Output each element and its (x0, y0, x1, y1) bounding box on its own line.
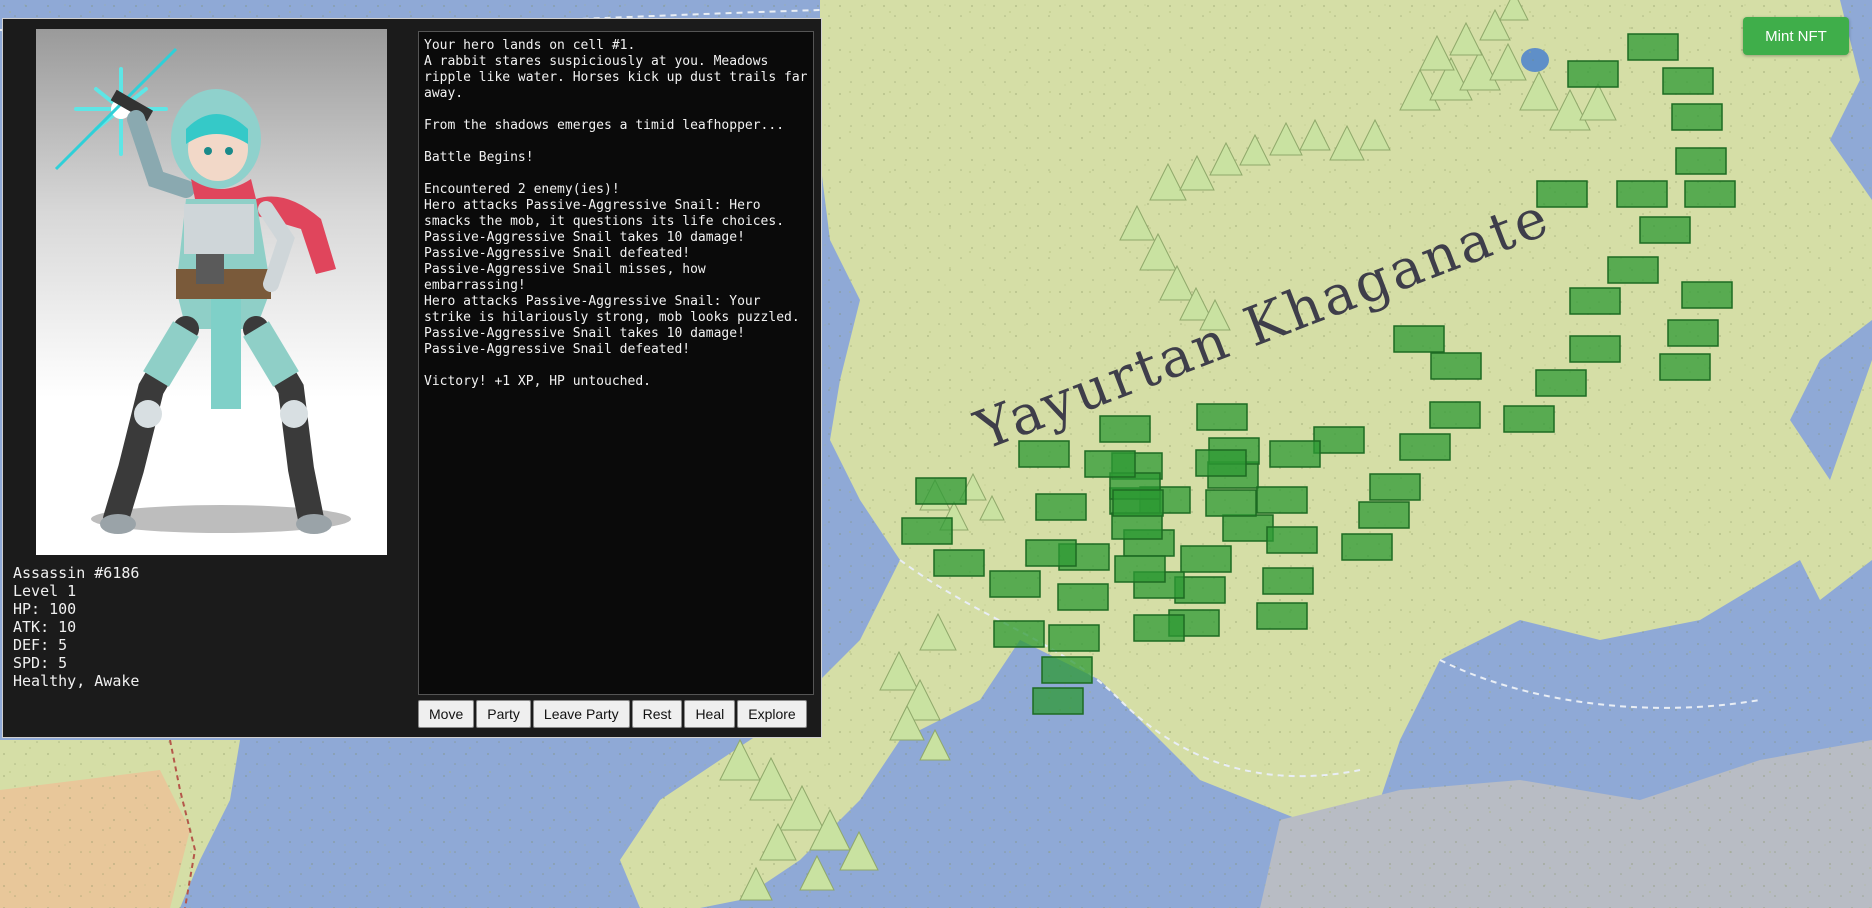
log-line: Battle Begins! (424, 150, 534, 165)
move-button[interactable]: Move (418, 700, 475, 728)
map-cell[interactable] (1112, 489, 1164, 517)
log-line: A rabbit stares suspiciously at you. Mea… (424, 54, 816, 101)
map-cell[interactable] (1256, 486, 1308, 514)
map-cell[interactable] (1057, 583, 1109, 611)
map-cell[interactable] (1032, 687, 1084, 715)
map-cell[interactable] (1025, 539, 1077, 567)
map-cell[interactable] (933, 549, 985, 577)
map-cell[interactable] (1196, 403, 1248, 431)
map-cell[interactable] (1616, 180, 1668, 208)
map-cell[interactable] (1393, 325, 1445, 353)
map-cell[interactable] (915, 477, 967, 505)
map-cell[interactable] (1639, 216, 1691, 244)
rest-button[interactable]: Rest (631, 700, 683, 728)
map-cell[interactable] (1399, 433, 1451, 461)
map-cell[interactable] (1684, 180, 1736, 208)
map-cell[interactable] (1369, 473, 1421, 501)
map-cell[interactable] (1084, 450, 1136, 478)
hero-level: Level 1 (13, 582, 77, 600)
hero-atk: ATK: 10 (13, 618, 77, 636)
log-line: Victory! +1 XP, HP untouched. (424, 374, 651, 389)
map-cell[interactable] (1222, 514, 1274, 542)
map-cell[interactable] (1018, 440, 1070, 468)
log-line: Hero attacks Passive-Aggressive Snail: H… (424, 198, 785, 229)
map-cell[interactable] (1256, 602, 1308, 630)
hero-hp: HP: 100 (13, 600, 77, 618)
hero-portrait (36, 29, 387, 555)
explore-button[interactable]: Explore (737, 700, 807, 728)
log-line: From the shadows emerges a timid leafhop… (424, 118, 785, 133)
map-cell[interactable] (1429, 401, 1481, 429)
hero-status: Healthy, Awake (13, 672, 140, 690)
map-cell[interactable] (989, 570, 1041, 598)
map-cell[interactable] (1681, 281, 1733, 309)
map-cell[interactable] (1195, 449, 1247, 477)
hero-spd: SPD: 5 (13, 654, 68, 672)
map-cell[interactable] (1341, 533, 1393, 561)
hero-stats: Assassin #6186 Level 1 HP: 100 ATK: 10 D… (13, 564, 139, 690)
magic-sparkle-icon (54, 47, 178, 171)
hero-name: Assassin #6186 (13, 564, 140, 582)
map-cell[interactable] (1430, 352, 1482, 380)
heal-button[interactable]: Heal (684, 700, 736, 728)
battle-log[interactable]: Your hero lands on cell #1. A rabbit star… (418, 31, 814, 695)
map-cell[interactable] (901, 517, 953, 545)
map-cell[interactable] (1313, 426, 1365, 454)
hero-panel: Assassin #6186 Level 1 HP: 100 ATK: 10 D… (2, 18, 822, 738)
map-cell[interactable] (1041, 656, 1093, 684)
log-line: Passive-Aggressive Snail defeated! (424, 342, 691, 357)
mint-nft-button[interactable]: Mint NFT (1743, 17, 1849, 55)
log-line: Your hero lands on cell #1. (424, 38, 636, 53)
map-cell[interactable] (1662, 67, 1714, 95)
map-cell[interactable] (1675, 147, 1727, 175)
map-cell[interactable] (1133, 614, 1185, 642)
map-cell[interactable] (1535, 369, 1587, 397)
log-line: Passive-Aggressive Snail takes 10 damage… (424, 230, 745, 245)
hero-def: DEF: 5 (13, 636, 68, 654)
map-cell[interactable] (1114, 555, 1166, 583)
map-cell[interactable] (1262, 567, 1314, 595)
map-cell[interactable] (1048, 624, 1100, 652)
map-cell[interactable] (1569, 335, 1621, 363)
log-line: Hero attacks Passive-Aggressive Snail: Y… (424, 294, 800, 325)
map-cell[interactable] (1503, 405, 1555, 433)
map-cell[interactable] (1567, 60, 1619, 88)
log-line: Encountered 2 enemy(ies)! (424, 182, 620, 197)
map-cell[interactable] (1205, 489, 1257, 517)
action-bar: Move Party Leave Party Rest Heal Explore (418, 700, 807, 728)
log-line: Passive-Aggressive Snail takes 10 damage… (424, 326, 745, 341)
party-button[interactable]: Party (476, 700, 531, 728)
map-cell[interactable] (993, 620, 1045, 648)
map-cell[interactable] (1099, 415, 1151, 443)
log-line: Passive-Aggressive Snail defeated! (424, 246, 691, 261)
leave-party-button[interactable]: Leave Party (532, 700, 630, 728)
map-cell[interactable] (1569, 287, 1621, 315)
map-cell[interactable] (1358, 501, 1410, 529)
map-cell[interactable] (1627, 33, 1679, 61)
map-cell[interactable] (1035, 493, 1087, 521)
log-line: Passive-Aggressive Snail misses, how emb… (424, 262, 714, 293)
map-cell[interactable] (1269, 440, 1321, 468)
map-cell[interactable] (1180, 545, 1232, 573)
map-cell[interactable] (1607, 256, 1659, 284)
map-cell[interactable] (1111, 512, 1163, 540)
map-cell[interactable] (1659, 353, 1711, 381)
map-cell[interactable] (1671, 103, 1723, 131)
map-cell[interactable] (1536, 180, 1588, 208)
map-cell[interactable] (1266, 526, 1318, 554)
map-cell[interactable] (1667, 319, 1719, 347)
